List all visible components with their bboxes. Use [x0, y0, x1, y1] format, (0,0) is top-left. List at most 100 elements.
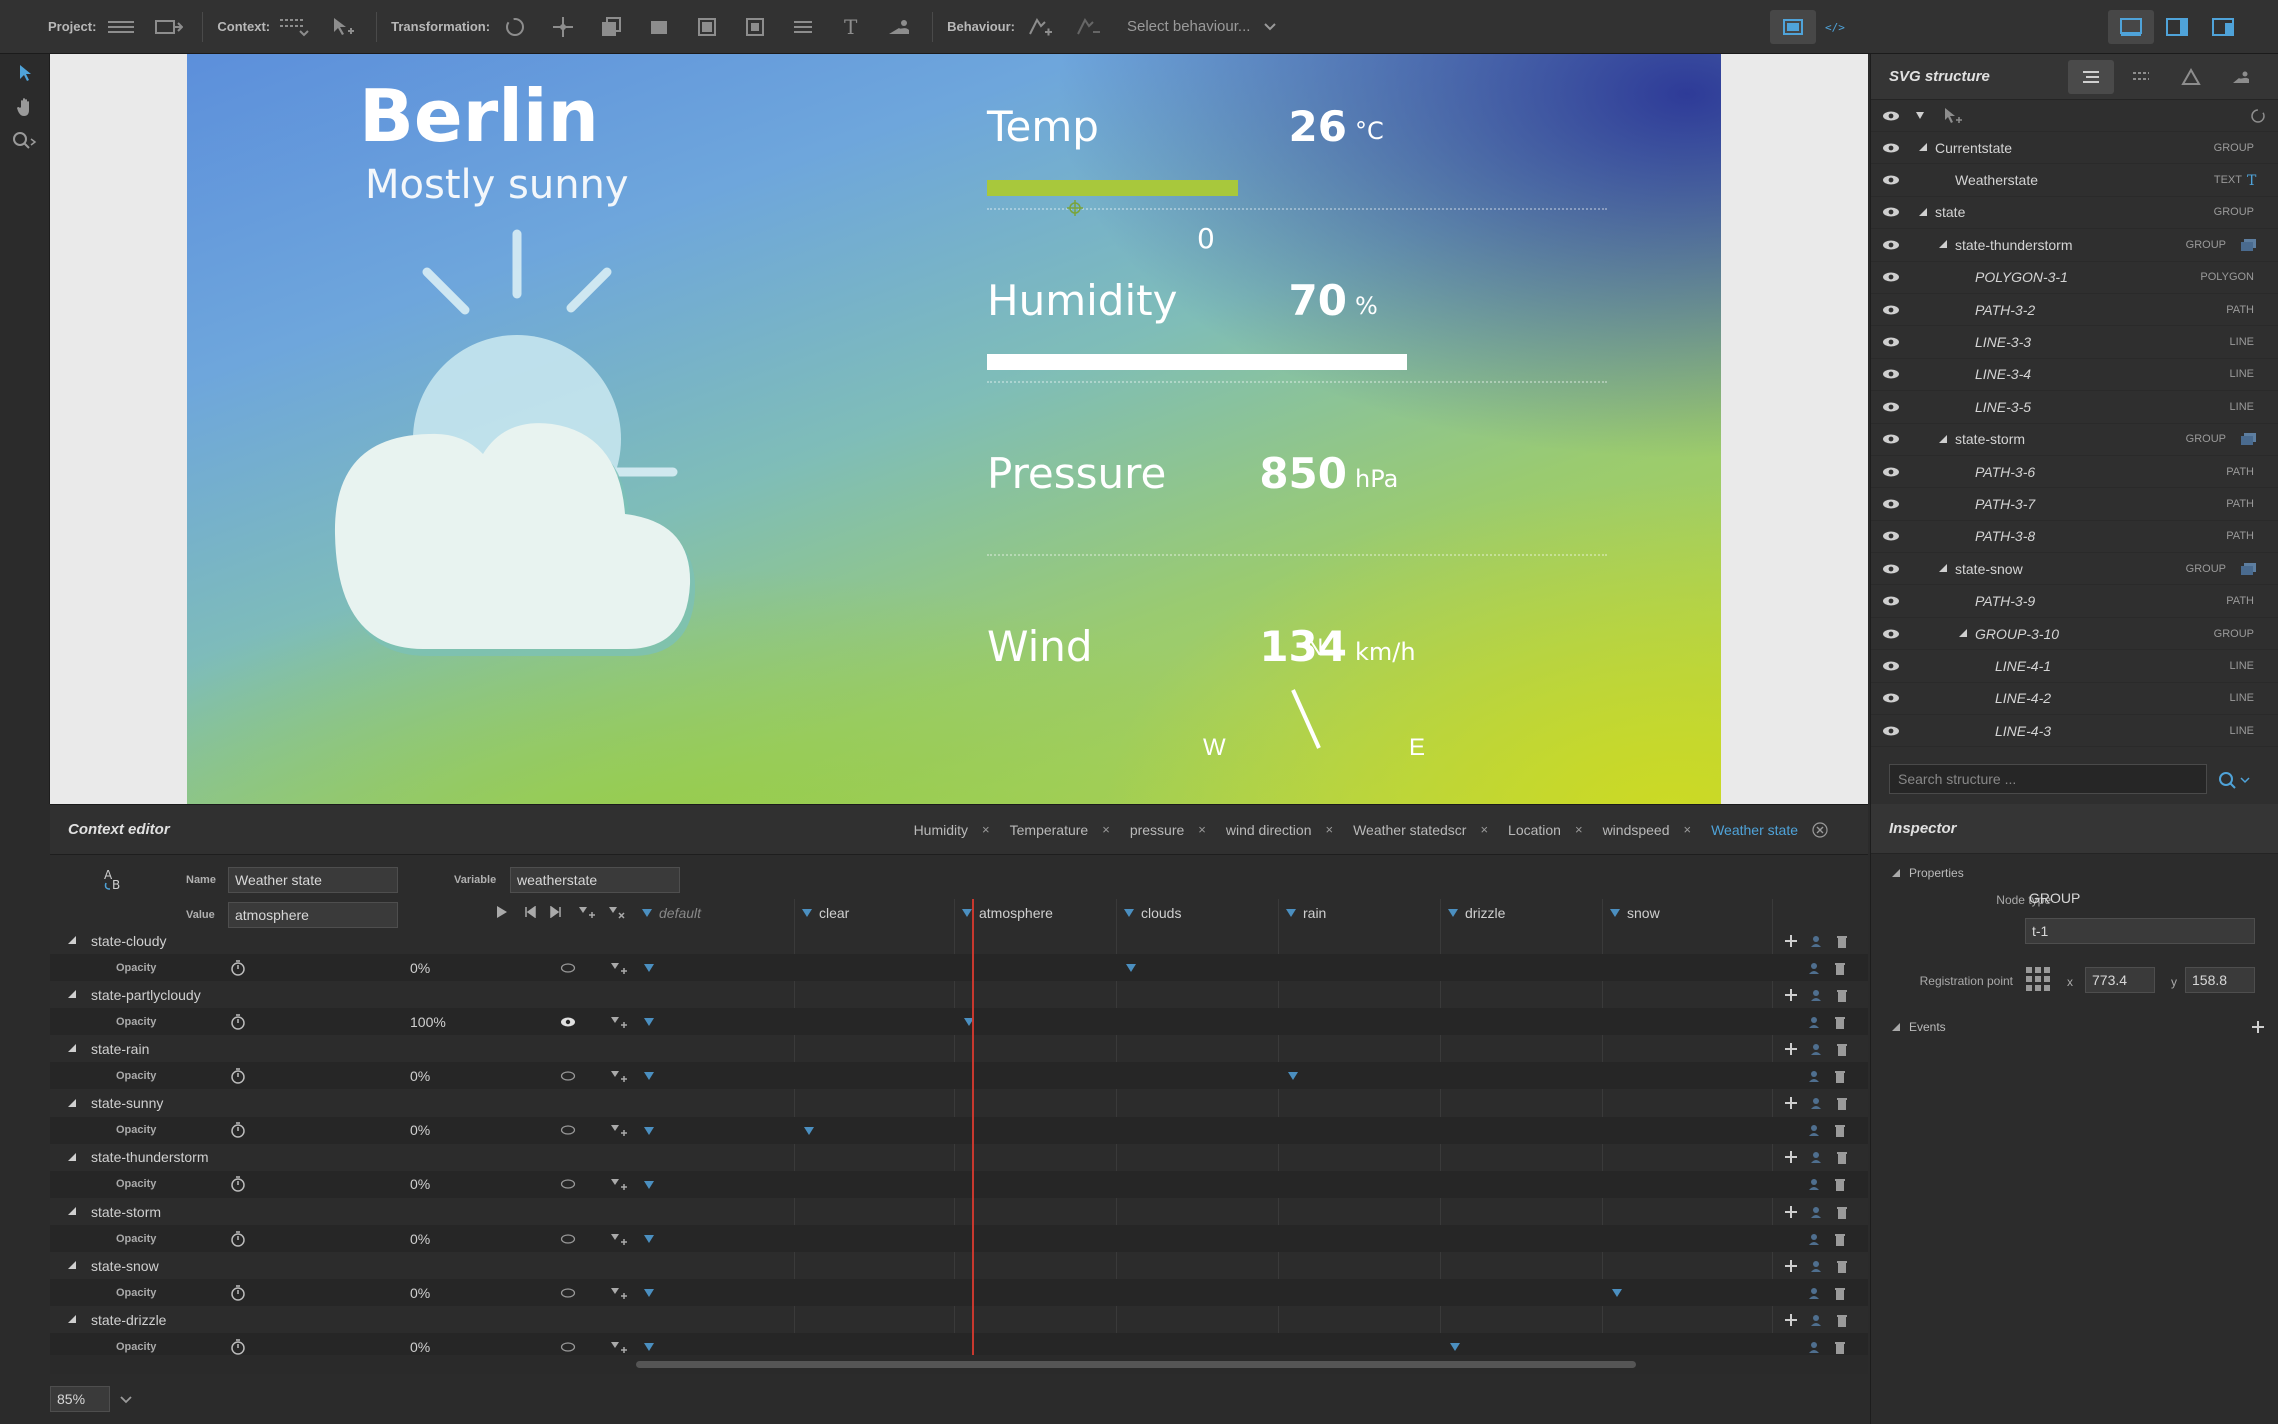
context-tab[interactable]: Location ×: [1508, 822, 1583, 838]
timer-icon[interactable]: [230, 1068, 246, 1084]
tree-row[interactable]: LINE-3-5 LINE: [1871, 391, 2278, 424]
expand-triangle-icon[interactable]: [68, 1152, 77, 1162]
expand-triangle-icon[interactable]: [1919, 143, 1935, 152]
expand-triangle-icon[interactable]: [68, 1207, 77, 1216]
registration-grid-icon[interactable]: [2025, 966, 2051, 992]
hidden-eye-icon[interactable]: [560, 1125, 576, 1135]
eye-icon[interactable]: [1871, 564, 1911, 574]
add-pointer-icon[interactable]: [328, 12, 358, 42]
add-icon[interactable]: [1784, 1096, 1798, 1110]
eye-icon[interactable]: [1871, 499, 1911, 509]
trash-icon[interactable]: [1834, 1069, 1846, 1083]
opacity-row[interactable]: Opacity 0%: [50, 1116, 1868, 1144]
variable-field[interactable]: weatherstate: [510, 867, 680, 893]
user-key-icon[interactable]: [1810, 1313, 1824, 1327]
eye-icon[interactable]: [1871, 175, 1911, 185]
close-icon[interactable]: ×: [1198, 822, 1206, 837]
add-icon[interactable]: [1784, 1042, 1798, 1056]
export-icon[interactable]: [154, 12, 184, 42]
trash-icon[interactable]: [1836, 1205, 1848, 1219]
eye-icon[interactable]: [1871, 272, 1911, 282]
tree-row[interactable]: PATH-3-9 PATH: [1871, 585, 2278, 618]
expand-triangle-icon[interactable]: [1939, 434, 1955, 444]
expand-triangle-icon[interactable]: [68, 936, 77, 945]
opacity-value[interactable]: 100%: [410, 1014, 446, 1030]
eye-icon[interactable]: [1871, 693, 1911, 703]
hidden-eye-icon[interactable]: [560, 962, 576, 973]
fill-icon[interactable]: [692, 12, 722, 42]
eye-icon[interactable]: [1871, 143, 1911, 153]
properties-section[interactable]: Properties: [1891, 866, 1964, 880]
timer-icon[interactable]: [230, 1122, 246, 1138]
rotate-icon[interactable]: [500, 12, 530, 42]
name-field[interactable]: Weather state: [228, 867, 398, 893]
timer-icon[interactable]: [230, 1230, 246, 1247]
temp-bar[interactable]: [987, 180, 1238, 196]
remove-key-icon[interactable]: [608, 905, 626, 919]
trash-icon[interactable]: [1834, 1286, 1846, 1300]
hidden-eye-icon[interactable]: [560, 1071, 576, 1081]
state-keyframe[interactable]: [1126, 964, 1136, 972]
tree-row[interactable]: LINE-3-4 LINE: [1871, 359, 2278, 392]
expand-triangle-icon[interactable]: [68, 990, 77, 999]
move-icon[interactable]: [548, 12, 578, 42]
add-key-icon[interactable]: [610, 1015, 628, 1029]
skew-icon[interactable]: [644, 12, 674, 42]
eye-icon[interactable]: [1871, 305, 1911, 315]
expand-triangle-icon[interactable]: [1939, 240, 1955, 249]
hand-tool-icon[interactable]: [0, 90, 50, 124]
eye-icon[interactable]: [1871, 402, 1911, 412]
stroke-icon[interactable]: [740, 12, 770, 42]
trash-icon[interactable]: [1836, 1150, 1848, 1165]
state-column-header[interactable]: default: [642, 905, 701, 921]
layout-side-button[interactable]: [2154, 10, 2200, 44]
trash-icon[interactable]: [1836, 1096, 1848, 1111]
opacity-value[interactable]: 0%: [410, 1285, 430, 1301]
state-keyframe[interactable]: [804, 1126, 814, 1135]
add-icon[interactable]: [1784, 1313, 1798, 1327]
tree-row[interactable]: LINE-4-1 LINE: [1871, 650, 2278, 683]
tree-row[interactable]: state-thunderstorm GROUP: [1871, 229, 2278, 262]
close-icon[interactable]: ×: [982, 822, 990, 837]
add-icon[interactable]: [1784, 1150, 1798, 1164]
timer-icon[interactable]: [230, 959, 246, 976]
opacity-row[interactable]: Opacity 0%: [50, 1062, 1868, 1090]
code-view-button[interactable]: </>: [1816, 10, 1862, 44]
close-icon[interactable]: ×: [1325, 822, 1333, 837]
tree-row[interactable]: state GROUP: [1871, 197, 2278, 230]
opacity-row[interactable]: Opacity 0%: [50, 954, 1868, 981]
default-keyframe[interactable]: [644, 1343, 654, 1352]
context-tab[interactable]: Humidity ×: [914, 822, 990, 838]
user-key-icon[interactable]: [1808, 1015, 1822, 1029]
state-column-header[interactable]: clear: [802, 905, 849, 921]
search-icon[interactable]: [2217, 770, 2251, 790]
user-key-icon[interactable]: [1810, 934, 1824, 948]
user-key-icon[interactable]: [1810, 1150, 1824, 1164]
trash-icon[interactable]: [1834, 961, 1846, 975]
user-key-icon[interactable]: [1808, 1232, 1822, 1246]
default-keyframe[interactable]: [644, 1072, 654, 1081]
user-key-icon[interactable]: [1808, 1123, 1822, 1137]
context-tab[interactable]: windspeed ×: [1603, 822, 1692, 838]
collapse-all-icon[interactable]: [1915, 111, 1925, 121]
default-keyframe[interactable]: [644, 1235, 654, 1243]
eye-icon[interactable]: [1871, 596, 1911, 606]
eye-icon[interactable]: [1871, 337, 1911, 347]
add-key-icon[interactable]: [610, 1340, 628, 1354]
opacity-value[interactable]: 0%: [410, 1122, 430, 1138]
context-tab[interactable]: Weather state: [1711, 822, 1828, 838]
trash-icon[interactable]: [1834, 1123, 1846, 1138]
default-keyframe[interactable]: [644, 1289, 654, 1298]
close-icon[interactable]: ×: [1102, 822, 1110, 837]
refresh-icon[interactable]: [2250, 108, 2266, 124]
expand-triangle-icon[interactable]: [1939, 564, 1955, 573]
context-list-icon[interactable]: [280, 12, 310, 42]
tree-row[interactable]: Currentstate GROUP: [1871, 132, 2278, 165]
timer-icon[interactable]: [230, 1176, 246, 1193]
tree-row[interactable]: LINE-4-3 LINE: [1871, 715, 2278, 748]
add-key-icon[interactable]: [610, 961, 628, 975]
add-element-icon[interactable]: [1943, 107, 1963, 125]
tree-row[interactable]: PATH-3-6 PATH: [1871, 456, 2278, 489]
trash-icon[interactable]: [1836, 1042, 1848, 1056]
add-key-icon[interactable]: [610, 1232, 628, 1246]
